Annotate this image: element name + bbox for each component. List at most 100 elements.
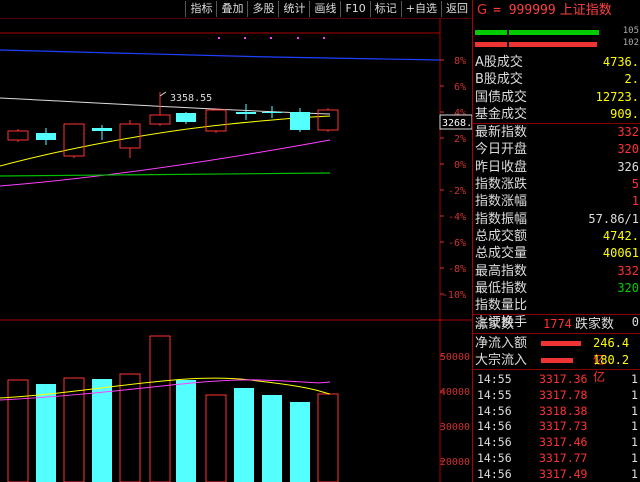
toolbar-button-2[interactable]: 多股 (247, 1, 278, 17)
marker-dot (270, 37, 272, 39)
kline-chart[interactable]: 8% 6% 4% 2% 0% -2% -4% -6% -8% -10% 50000 40000 300… (0, 18, 472, 482)
stat-value: 320 (617, 280, 639, 295)
stat-label: 最新指数 (475, 125, 528, 141)
toolbar-button-4[interactable]: 画线 (309, 1, 340, 17)
price-axis: 8%6%4%2%0%-2%-4%-6%-8%-10% (218, 37, 466, 301)
tick-price: 3317.36 (539, 372, 588, 386)
ma-white-line (0, 97, 331, 115)
tick-row[interactable]: 14:56 3317.77 1. (473, 450, 640, 466)
flow-label: 大宗流入 (475, 353, 528, 368)
volume-bar (92, 379, 112, 482)
volume-tick-label: 50000 (440, 352, 470, 363)
candle-body (236, 112, 256, 114)
tick-price: 3317.49 (539, 466, 588, 481)
toolbar-button-8[interactable]: 返回 (441, 1, 472, 17)
toolbar-button-5[interactable]: F10 (340, 1, 369, 17)
tick-time: 14:56 (477, 435, 512, 450)
candle-body (63, 123, 85, 157)
tick-row[interactable]: 14:56 3317.73 1. (473, 418, 640, 434)
stat-label: A股成交 (475, 55, 523, 70)
toolbar-button-3[interactable]: 统计 (278, 1, 309, 17)
stat-row: 今日开盘 320 (473, 141, 640, 158)
summary-bottom-number: 102 (622, 38, 639, 48)
price-tick-label: 6% (454, 82, 466, 93)
marker-dot (218, 37, 220, 39)
candle-body (36, 133, 56, 140)
volume-bars (7, 335, 339, 482)
stat-value: 2. (624, 72, 639, 87)
kline-svg[interactable]: 8%6%4%2%0%-2%-4%-6%-8%-10% 5000040000300… (0, 18, 472, 482)
marker-dot (297, 37, 299, 39)
stat-label: 基金成交 (475, 106, 528, 122)
stat-row: 指数量比 (473, 297, 640, 314)
stat-row: 总成交量 40061 (473, 245, 640, 262)
volume-tick-label: 40000 (440, 387, 470, 398)
tick-volume: 1. (631, 466, 640, 481)
candle-body (149, 114, 171, 125)
stat-value: 57.86/1 (588, 211, 639, 226)
tick-price: 3317.73 (539, 419, 588, 434)
price-tick-label: -6% (448, 238, 466, 249)
stat-value: 326 (617, 159, 639, 174)
up-count-label: 涨家数 (475, 317, 515, 332)
candle-body (119, 123, 141, 149)
stat-label: 总成交量 (475, 246, 528, 262)
high-marker-label: 3358.55 (170, 93, 212, 104)
tick-row[interactable]: 14:55 3317.78 1. (473, 387, 640, 403)
tick-time: 14:55 (477, 387, 512, 402)
toolbar: 指标 叠加 多股 统计 画线 F10 标记 +自选 返回 (0, 0, 472, 18)
tick-price: 3318.38 (539, 403, 588, 418)
candle-body (262, 112, 282, 113)
tick-time: 14:55 (477, 372, 512, 386)
tick-price: 3317.78 (539, 387, 588, 402)
volume-bar (262, 395, 282, 482)
toolbar-button-0[interactable]: 指标 (185, 1, 216, 17)
price-tick-label: -4% (448, 212, 466, 223)
tick-volume: 1. (631, 435, 640, 450)
tick-volume: 1. (631, 387, 640, 402)
stat-value: 40061 (602, 246, 639, 261)
red-bar-2 (509, 42, 597, 47)
tick-row[interactable]: 14:56 3317.46 1. (473, 434, 640, 450)
down-count-label: 跌家数 (575, 317, 615, 332)
tick-row[interactable]: 14:56 3318.38 1. (473, 403, 640, 419)
tick-time: 14:56 (477, 450, 512, 465)
stat-row: 最低指数 320 (473, 280, 640, 297)
stat-row: 指数涨幅 1 (473, 193, 640, 210)
price-tick-label: 8% (454, 56, 466, 67)
candle-body (205, 109, 227, 132)
tick-price: 3317.77 (539, 450, 588, 465)
toolbar-button-7[interactable]: +自选 (400, 1, 441, 17)
stock-name: 上证指数 (559, 3, 612, 18)
summary-top-number: 105 (622, 26, 639, 36)
toolbar-button-6[interactable]: 标记 (369, 1, 401, 17)
stat-label: 今日开盘 (475, 142, 528, 158)
volume-bar (317, 393, 339, 482)
volume-bar (176, 380, 196, 482)
red-bar-1 (475, 42, 507, 47)
stock-code: = 999999 (493, 3, 556, 18)
stat-row: 最新指数 332 (473, 123, 640, 141)
stat-value: 1 (631, 194, 639, 209)
price-tick-label: -8% (448, 264, 466, 275)
volume-tick-label: 20000 (440, 457, 470, 468)
tick-row[interactable]: 14:55 3317.36 1. (473, 371, 640, 387)
flow-label: 净流入额 (475, 336, 528, 351)
quote-title: G = 999999 上证指数 (473, 0, 640, 22)
tick-row[interactable]: 14:56 3317.49 1. (473, 466, 640, 482)
ticks-divider (473, 369, 640, 370)
volume-axis: 50000 40000 30000 20000 (440, 352, 470, 468)
breadth-row: 涨家数 1774 跌家数 (473, 316, 640, 333)
tick-volume: 1. (631, 403, 640, 418)
stat-row: 指数涨跌 5 (473, 176, 640, 193)
tick-time: 14:56 (477, 419, 512, 434)
toolbar-button-1[interactable]: 叠加 (216, 1, 247, 17)
marker-dot (323, 37, 325, 39)
ma-green-line (0, 172, 331, 177)
price-tick-label: -10% (442, 290, 466, 301)
ma-magenta-line (0, 139, 331, 187)
stat-label: 昨日收盘 (475, 159, 528, 175)
price-tick-label: 2% (454, 134, 466, 145)
stat-label: 最低指数 (475, 280, 528, 296)
tick-list[interactable]: 14:55 3317.36 1. 14:55 3317.78 1. 14:56 3318.38… (473, 371, 640, 482)
